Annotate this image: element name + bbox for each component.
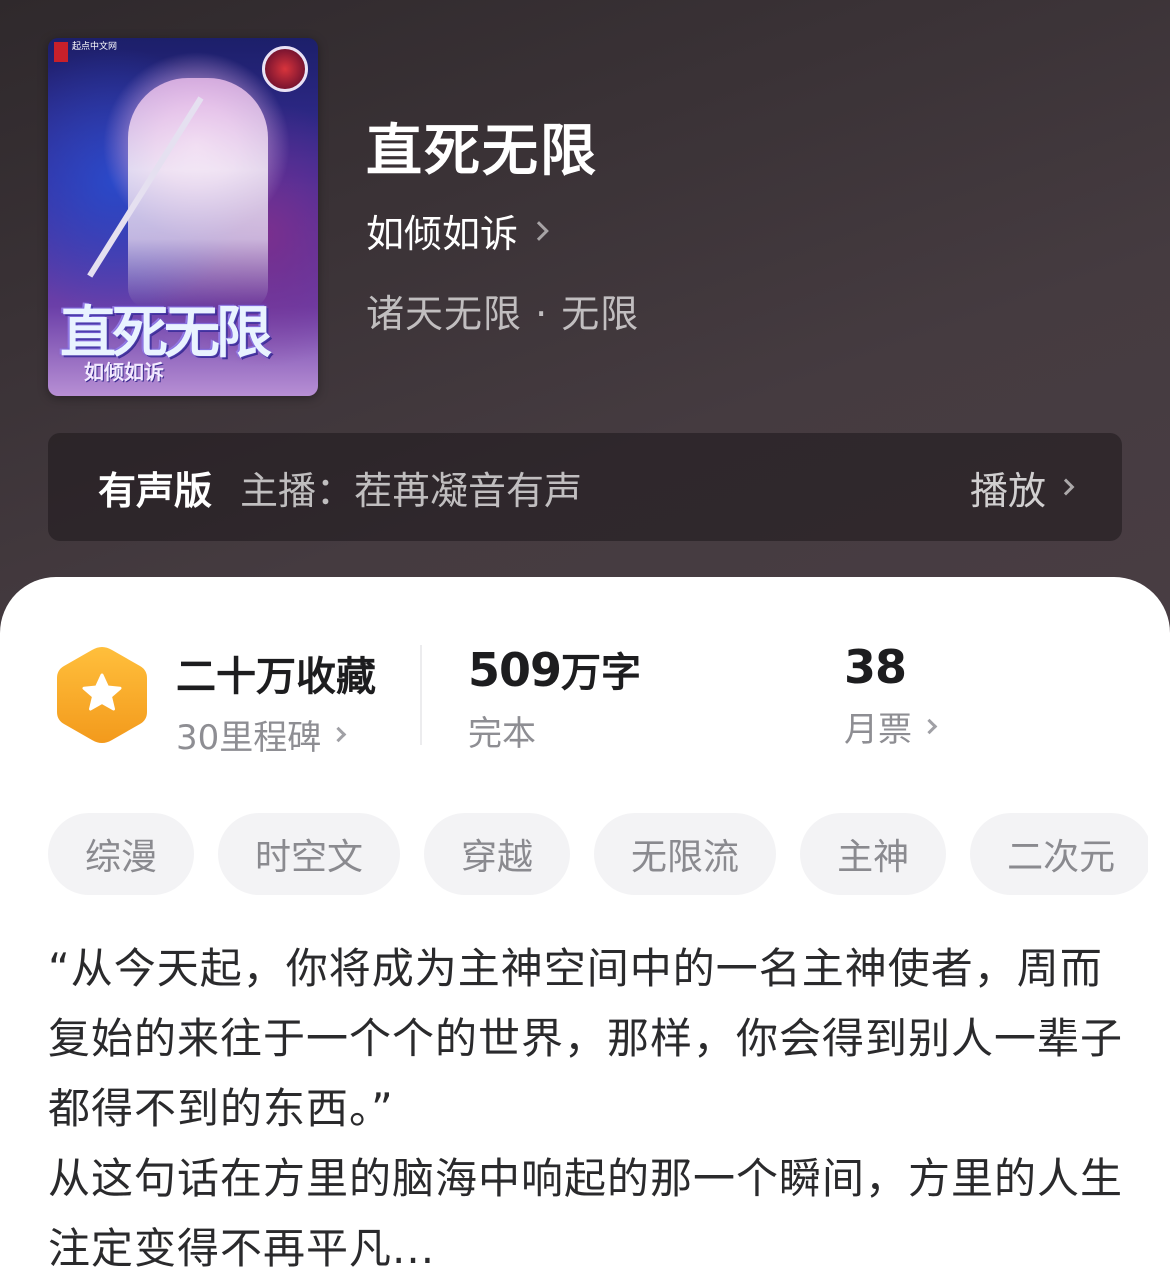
word-count-stat: 509万字 完本	[468, 640, 641, 755]
milestone-label: 30里程碑	[176, 718, 322, 758]
book-detail-page: 起点中文网 直死无限 如倾如诉 直死无限 如倾如诉 诸天无限 · 无限 有声版 …	[0, 0, 1170, 1276]
tag-chip[interactable]: 主神	[800, 813, 947, 895]
completion-status: 完本	[468, 706, 641, 755]
monthly-ticket-link[interactable]: 月票	[844, 702, 938, 751]
word-count: 509万字	[468, 640, 641, 698]
author-link[interactable]: 如倾如诉	[366, 203, 549, 258]
cover-author-art: 如倾如诉	[84, 360, 164, 384]
book-cover-image[interactable]: 起点中文网 直死无限 如倾如诉	[48, 38, 318, 396]
chevron-right-icon	[921, 718, 938, 735]
tag-chip[interactable]: 时空文	[218, 813, 401, 895]
collection-count: 二十万收藏	[176, 654, 376, 700]
tag-chip[interactable]: 二次元	[970, 813, 1148, 895]
cover-character-art	[128, 78, 268, 308]
description-paragraph: “从今天起，你将成为主神空间中的一名主神使者，周而复始的来往于一个个的世界，那样…	[48, 944, 1124, 1133]
star-badge-icon[interactable]	[54, 643, 150, 747]
monthly-ticket-number: 38	[844, 640, 907, 694]
milestone-link[interactable]: 30里程碑	[176, 710, 376, 759]
play-audio-button[interactable]: 播放	[969, 460, 1075, 515]
author-name: 如倾如诉	[366, 212, 519, 256]
description-paragraph: 从这句话在方里的脑海中响起的那一个瞬间，方里的人生注定变得不再平凡...	[48, 1154, 1124, 1273]
tag-chip[interactable]: 穿越	[424, 813, 571, 895]
book-title: 直死无限	[366, 119, 598, 184]
stat-divider	[420, 645, 422, 745]
chevron-right-icon	[330, 726, 347, 743]
monthly-ticket-stat[interactable]: 38 月票	[844, 640, 938, 751]
book-description[interactable]: “从今天起，你将成为主神空间中的一名主神使者，周而复始的来往于一个个的世界，那样…	[48, 934, 1128, 1276]
word-count-unit: 万字	[561, 650, 642, 696]
play-label: 播放	[969, 468, 1046, 513]
collection-stat[interactable]: 二十万收藏 30里程碑	[176, 644, 376, 759]
audio-version-label: 有声版	[98, 468, 213, 513]
completion-label: 完本	[468, 714, 536, 754]
tag-chip[interactable]: 综漫	[48, 813, 195, 895]
genre-label[interactable]: 诸天无限 · 无限	[366, 283, 639, 338]
audio-anchor-text: 主播：茬苒凝音有声	[240, 468, 583, 513]
monthly-ticket-label: 月票	[844, 710, 912, 750]
audio-version-bar[interactable]: 有声版 主播：茬苒凝音有声 播放	[48, 433, 1122, 541]
word-count-number: 509	[468, 643, 562, 697]
tag-list: 综漫 时空文 穿越 无限流 主神 二次元	[48, 813, 1148, 897]
tag-chip[interactable]: 无限流	[594, 813, 777, 895]
chevron-right-icon	[1057, 478, 1075, 496]
cover-emblem	[262, 46, 308, 92]
publisher-logo: 起点中文网	[54, 42, 134, 64]
chevron-right-icon	[529, 220, 549, 241]
monthly-ticket-count: 38	[844, 640, 935, 694]
